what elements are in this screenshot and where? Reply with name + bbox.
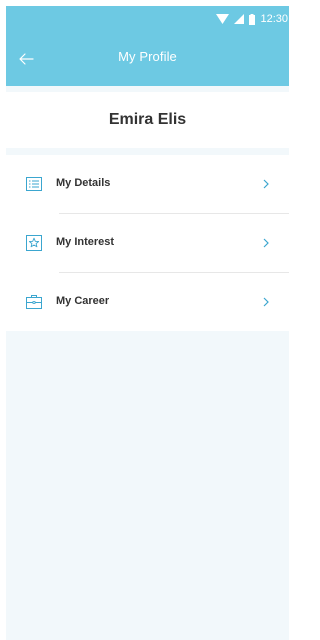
battery-icon bbox=[249, 13, 256, 25]
signal-icon bbox=[234, 14, 245, 24]
page-title: My Profile bbox=[118, 49, 177, 64]
profile-name-card: Emira Elis bbox=[6, 92, 289, 148]
chevron-right-icon bbox=[263, 179, 269, 189]
chevron-right-icon bbox=[263, 238, 269, 248]
menu-item-label: My Details bbox=[56, 177, 111, 189]
briefcase-icon bbox=[26, 295, 42, 309]
menu-item-my-career[interactable]: My Career bbox=[6, 273, 289, 331]
star-icon bbox=[26, 235, 42, 251]
app-bar: 12:30 My Profile bbox=[6, 6, 289, 86]
menu-item-my-details[interactable]: My Details bbox=[6, 155, 289, 213]
menu-item-label: My Career bbox=[56, 295, 110, 307]
menu-item-my-interest[interactable]: My Interest bbox=[6, 214, 289, 272]
profile-name: Emira Elis bbox=[108, 111, 187, 128]
phone-screen: 12:30 My Profile Emira Elis My Details M… bbox=[6, 6, 289, 640]
chevron-right-icon bbox=[263, 297, 269, 307]
list-icon bbox=[26, 177, 42, 191]
profile-menu: My Details My Interest My Career bbox=[6, 155, 289, 331]
status-bar: 12:30 bbox=[216, 6, 289, 32]
wifi-icon bbox=[216, 14, 230, 24]
menu-item-label: My Interest bbox=[56, 236, 115, 248]
status-time: 12:30 bbox=[260, 13, 288, 25]
